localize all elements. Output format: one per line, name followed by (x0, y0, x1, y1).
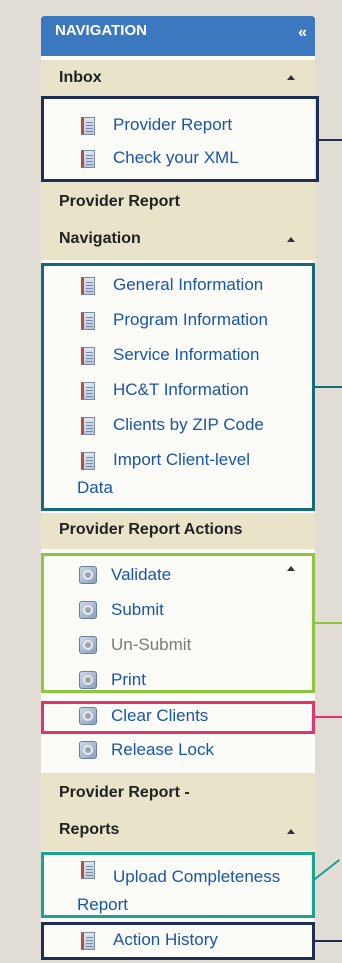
section-title-line1: Provider Report - (59, 784, 190, 801)
section-inbox[interactable]: Inbox (41, 60, 315, 96)
highlight-box-navigation (41, 263, 315, 511)
highlight-box-clear-clients (41, 701, 315, 734)
chevron-up-icon[interactable] (287, 829, 295, 834)
leader-line (314, 716, 342, 718)
leader-line (314, 622, 342, 624)
highlight-box-action-history (41, 922, 315, 960)
navigation-header: NAVIGATION « (41, 16, 315, 56)
section-title-line2: Navigation (59, 230, 141, 247)
leader-line (312, 859, 341, 882)
section-provider-report-reports[interactable]: Provider Report - Reports (41, 773, 315, 851)
double-chevron-left-icon[interactable]: « (298, 24, 307, 42)
chevron-up-icon[interactable] (287, 75, 295, 80)
section-title-line1: Provider Report (59, 193, 180, 210)
section-title: Provider Report Actions (59, 521, 243, 538)
section-inbox-title: Inbox (59, 69, 102, 86)
highlight-box-upload (41, 852, 315, 918)
leader-line (318, 139, 342, 141)
section-provider-report-navigation[interactable]: Provider Report Navigation (41, 182, 315, 260)
action-label: Release Lock (111, 740, 215, 759)
highlight-box-actions (41, 553, 315, 693)
section-provider-report-actions[interactable]: Provider Report Actions (41, 513, 315, 549)
section-title-line2: Reports (59, 821, 120, 838)
gear-icon (79, 741, 97, 759)
leader-line (314, 940, 342, 942)
highlight-box-inbox (41, 96, 319, 182)
leader-line (314, 386, 342, 388)
chevron-up-icon[interactable] (287, 237, 295, 242)
navigation-title: NAVIGATION (55, 22, 147, 39)
